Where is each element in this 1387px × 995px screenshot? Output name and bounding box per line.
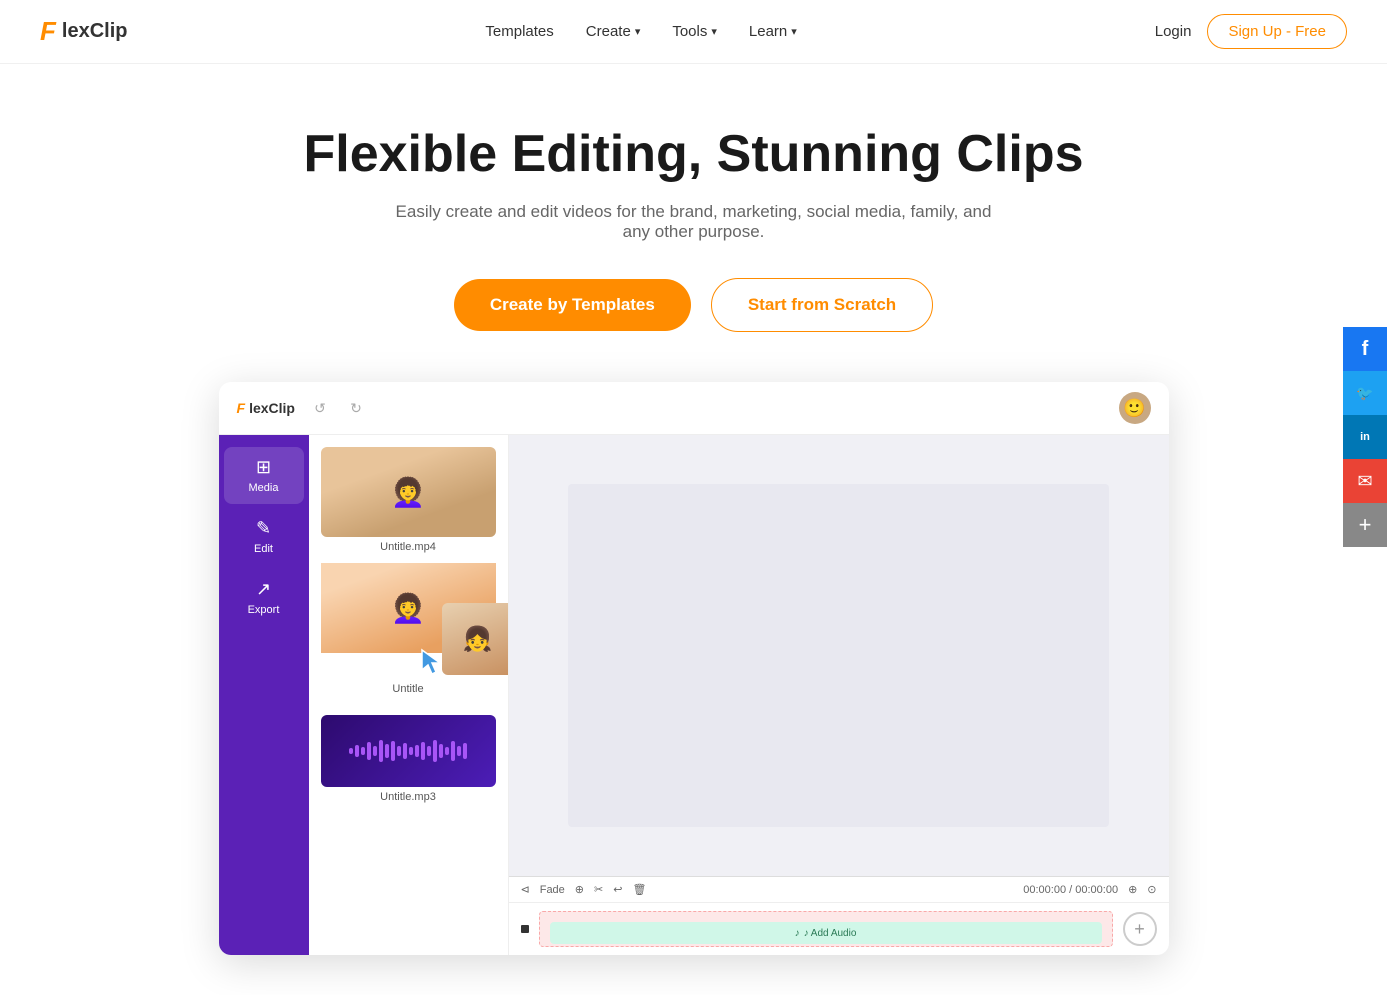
twitter-icon: 🐦 (1356, 385, 1373, 402)
timeline-track-area: ♪ ♪ Add Audio + (509, 903, 1169, 955)
sidebar-item-export[interactable]: ↗ Export (224, 569, 304, 626)
chevron-down-icon: ▾ (635, 25, 641, 38)
edit-icon: ✎ (256, 518, 271, 539)
audio-thumbnail (321, 715, 496, 787)
media-label-2: Untitle (321, 683, 496, 695)
linkedin-share-button[interactable]: in (1343, 415, 1387, 459)
canvas-inner (568, 484, 1109, 828)
media-item-video2[interactable]: 👩‍🦱 👧 Untitle (321, 563, 496, 695)
sidebar-export-label: Export (248, 604, 280, 616)
timeline-icon4: 🗑 (632, 883, 646, 896)
editor-body: ⊞ Media ✎ Edit ↗ Export 👩‍🦱 (219, 435, 1169, 955)
logo-f-icon: F (40, 16, 56, 47)
logo-text: lexClip (62, 20, 128, 43)
track-video: ♪ ♪ Add Audio (539, 911, 1113, 947)
media-thumbnail-2: 👩‍🦱 👧 (321, 563, 496, 653)
media-label-3: Untitle.mp3 (321, 791, 496, 803)
nav-create[interactable]: Create▾ (586, 23, 641, 40)
media-item-audio[interactable]: Untitle.mp3 (321, 715, 496, 803)
timeline-icon5: ⊕ (1128, 883, 1137, 896)
timeline-icon6: ⊙ (1147, 883, 1156, 896)
more-share-button[interactable]: + (1343, 503, 1387, 547)
hero-headline: Flexible Editing, Stunning Clips (20, 124, 1367, 184)
timeline-icon2: ✂ (594, 883, 603, 896)
user-avatar[interactable]: 🙂 (1119, 392, 1151, 424)
canvas-area (509, 435, 1169, 876)
sidebar-item-edit[interactable]: ✎ Edit (224, 508, 304, 565)
plus-icon: + (1359, 512, 1372, 538)
editor-logo: FlexClip (237, 400, 295, 416)
hero-subheadline: Easily create and edit videos for the br… (384, 202, 1004, 242)
timeline-fade-label: Fade (540, 884, 565, 896)
email-icon: ✉ (1357, 471, 1372, 492)
thumbnail-image-1: 👩‍🦱 (321, 447, 496, 537)
nav-learn[interactable]: Learn▾ (749, 23, 797, 40)
chevron-down-icon: ▾ (791, 25, 797, 38)
editor-topbar: FlexClip ↺ ↻ 🙂 (219, 382, 1169, 435)
facebook-share-button[interactable]: f (1343, 327, 1387, 371)
timeline-playhead (521, 925, 529, 933)
media-label-1: Untitle.mp4 (321, 541, 496, 553)
sidebar-media-label: Media (249, 482, 279, 494)
social-sidebar: f 🐦 in ✉ + (1343, 327, 1387, 547)
signup-button[interactable]: Sign Up - Free (1207, 14, 1347, 49)
media-item-video1[interactable]: 👩‍🦱 Untitle.mp4 (321, 447, 496, 553)
login-button[interactable]: Login (1155, 23, 1192, 40)
add-audio-label: ♪ Add Audio (804, 928, 857, 939)
media-icon: ⊞ (256, 457, 271, 478)
media-panel: 👩‍🦱 Untitle.mp4 👩‍🦱 👧 Un (309, 435, 509, 955)
cursor-arrow-icon (420, 648, 448, 681)
media-thumbnail-1: 👩‍🦱 (321, 447, 496, 537)
add-track-button[interactable]: + (1123, 912, 1157, 946)
navbar: FlexClip Templates Create▾ Tools▾ Learn▾… (0, 0, 1387, 64)
editor-topbar-left: FlexClip ↺ ↻ (237, 397, 367, 419)
editor-sidebar: ⊞ Media ✎ Edit ↗ Export (219, 435, 309, 955)
waveform-display (337, 740, 479, 762)
nav-center: Templates Create▾ Tools▾ Learn▾ (485, 23, 796, 40)
editor-mockup: FlexClip ↺ ↻ 🙂 ⊞ Media ✎ Edit ↗ (219, 382, 1169, 955)
chevron-down-icon: ▾ (711, 25, 717, 38)
create-by-templates-button[interactable]: Create by Templates (454, 279, 691, 331)
hero-buttons: Create by Templates Start from Scratch (20, 278, 1367, 332)
hero-section: Flexible Editing, Stunning Clips Easily … (0, 64, 1387, 995)
logo[interactable]: FlexClip (40, 16, 127, 47)
media-thumbnail-overlay: 👧 (442, 603, 509, 675)
start-from-scratch-button[interactable]: Start from Scratch (711, 278, 933, 332)
track-audio[interactable]: ♪ ♪ Add Audio (550, 922, 1102, 944)
facebook-icon: f (1362, 338, 1369, 361)
timeline-time-display: 00:00:00 / 00:00:00 (1023, 884, 1118, 896)
nav-templates[interactable]: Templates (485, 23, 553, 40)
timeline-toolbar: ⊲ Fade ⊕ ✂ ↩ 🗑 00:00:00 / 00:00:00 ⊕ ⊙ (509, 877, 1169, 903)
music-icon: ♪ (795, 928, 800, 939)
nav-right: Login Sign Up - Free (1155, 14, 1347, 49)
nav-tools[interactable]: Tools▾ (672, 23, 717, 40)
export-icon: ↗ (256, 579, 271, 600)
sidebar-item-media[interactable]: ⊞ Media (224, 447, 304, 504)
timeline-icon3: ↩ (613, 883, 622, 896)
timeline-start-icon: ⊲ (521, 883, 530, 896)
twitter-share-button[interactable]: 🐦 (1343, 371, 1387, 415)
timeline: ⊲ Fade ⊕ ✂ ↩ 🗑 00:00:00 / 00:00:00 ⊕ ⊙ (509, 876, 1169, 955)
email-share-button[interactable]: ✉ (1343, 459, 1387, 503)
sidebar-edit-label: Edit (254, 543, 273, 555)
redo-button[interactable]: ↻ (345, 397, 367, 419)
main-area: ⊲ Fade ⊕ ✂ ↩ 🗑 00:00:00 / 00:00:00 ⊕ ⊙ (509, 435, 1169, 955)
linkedin-icon: in (1360, 431, 1370, 443)
timeline-icon1: ⊕ (575, 883, 584, 896)
undo-button[interactable]: ↺ (309, 397, 331, 419)
